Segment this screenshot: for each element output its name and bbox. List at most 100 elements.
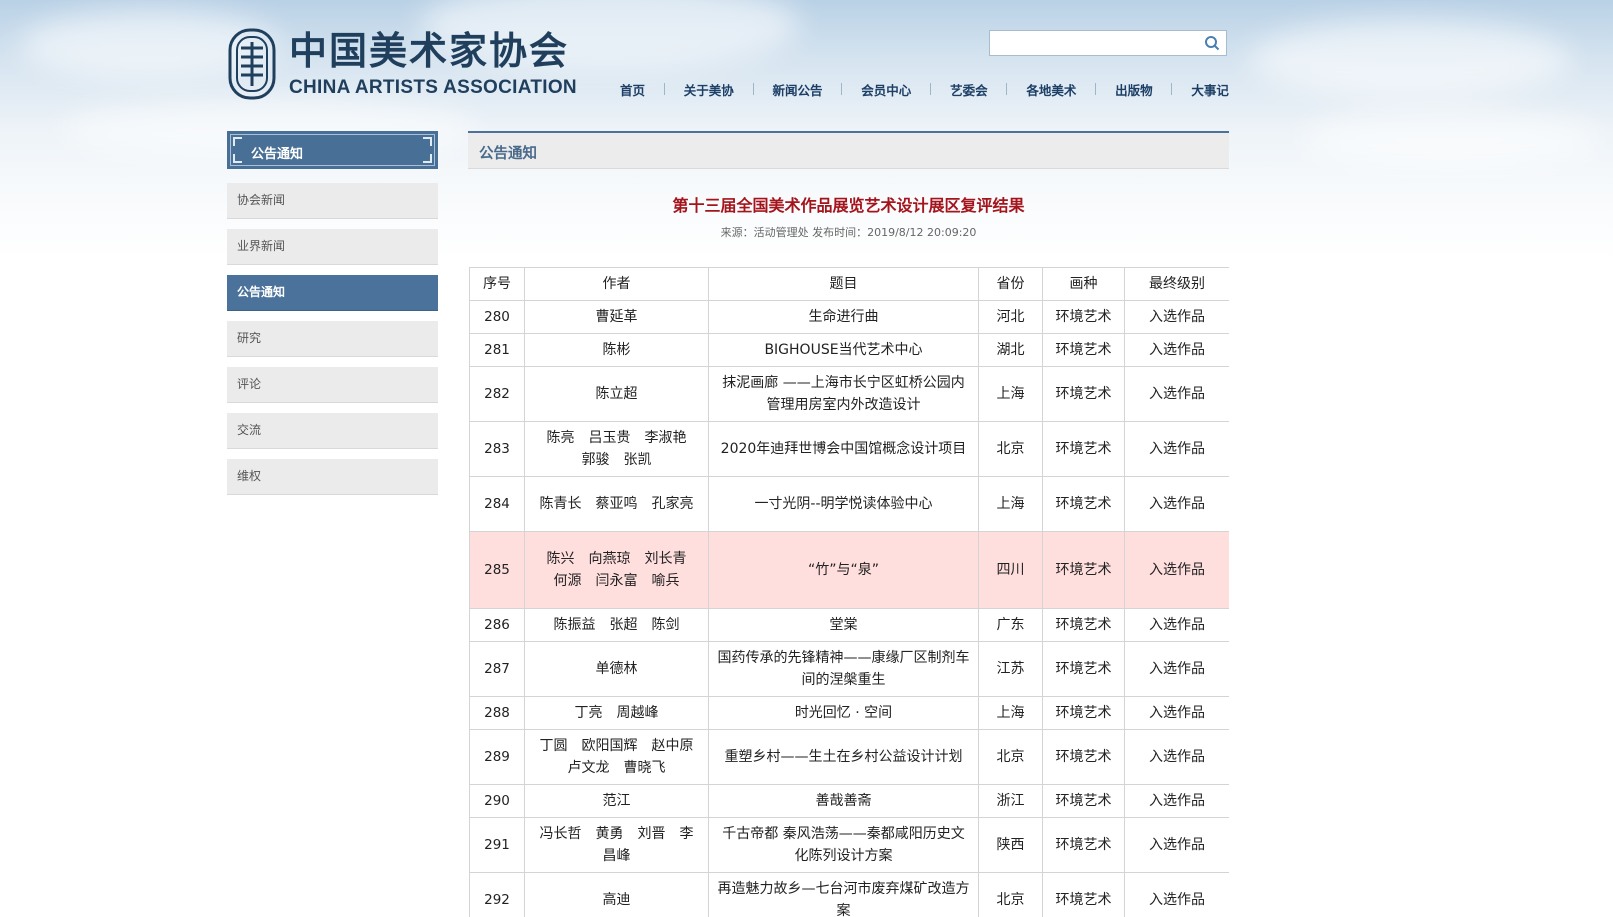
sidebar-item-association-news[interactable]: 协会新闻 xyxy=(227,183,438,219)
cell-province: 江苏 xyxy=(978,641,1043,697)
sidebar-title-text: 公告通知 xyxy=(251,147,304,162)
cell-author: 丁圆 欧阳国辉 赵中原 卢文龙 曹晓飞 xyxy=(524,729,709,785)
search-input[interactable] xyxy=(996,32,1200,56)
cell-title: 国药传承的先锋精神——康缘厂区制剂车间的涅槃重生 xyxy=(708,641,979,697)
cell-level: 入选作品 xyxy=(1124,641,1229,697)
cell-author: 高迪 xyxy=(524,872,709,917)
main-nav: 首页 关于美协 新闻公告 会员中心 艺委会 各地美术 出版物 大事记 xyxy=(620,79,1229,99)
cell-author: 陈兴 向燕琼 刘长青 何源 闫永富 喻兵 xyxy=(524,531,709,609)
nav-art-committee[interactable]: 艺委会 xyxy=(950,80,988,99)
cell-number: 289 xyxy=(469,729,525,785)
cell-genre: 环境艺术 xyxy=(1042,300,1125,334)
cell-level: 入选作品 xyxy=(1124,608,1229,642)
cell-author: 曹延革 xyxy=(524,300,709,334)
nav-regional-art[interactable]: 各地美术 xyxy=(1026,80,1076,99)
search-box xyxy=(989,30,1227,56)
cell-province: 上海 xyxy=(978,476,1043,532)
results-table-container[interactable]: 序号 作者 题目 省份 画种 最终级别 280 曹延革 生命进行曲 河北 环境艺术 入选作… xyxy=(469,267,1229,917)
nav-divider xyxy=(930,83,932,95)
cell-title: 再造魅力故乡—七台河市废弃煤矿改造方案 xyxy=(708,872,979,917)
sidebar-item-exchange[interactable]: 交流 xyxy=(227,413,438,449)
section-title: 公告通知 xyxy=(479,146,537,162)
table-row: 285 陈兴 向燕琼 刘长青 何源 闫永富 喻兵 “竹”与“泉” 四川 环境艺术 入选作品 xyxy=(469,531,1229,609)
logo-english-text: CHINA ARTISTS ASSOCIATION xyxy=(289,77,577,98)
table-row: 281 陈彬 BIGHOUSE当代艺术中心 湖北 环境艺术 入选作品 xyxy=(469,333,1229,367)
nav-publications[interactable]: 出版物 xyxy=(1115,80,1153,99)
nav-home[interactable]: 首页 xyxy=(620,80,645,99)
cell-genre: 环境艺术 xyxy=(1042,421,1125,477)
frame-corner xyxy=(423,154,432,163)
cell-province: 河北 xyxy=(978,300,1043,334)
table-row: 290 范江 善哉善斋 浙江 环境艺术 入选作品 xyxy=(469,784,1229,818)
site-logo[interactable]: 中国美术家协会 CHINA ARTISTS ASSOCIATION xyxy=(227,27,587,103)
cell-number: 283 xyxy=(469,421,525,477)
table-row: 288 丁亮 周越峰 时光回忆 · 空间 上海 环境艺术 入选作品 xyxy=(469,696,1229,730)
results-table: 序号 作者 题目 省份 画种 最终级别 280 曹延革 生命进行曲 河北 环境艺术 入选作… xyxy=(469,267,1229,917)
cell-genre: 环境艺术 xyxy=(1042,784,1125,818)
cell-genre: 环境艺术 xyxy=(1042,333,1125,367)
cell-genre: 环境艺术 xyxy=(1042,531,1125,609)
cell-level: 入选作品 xyxy=(1124,531,1229,609)
sidebar-item-reviews[interactable]: 评论 xyxy=(227,367,438,403)
cell-province: 广东 xyxy=(978,608,1043,642)
cell-genre: 环境艺术 xyxy=(1042,366,1125,422)
frame-corner xyxy=(233,137,242,146)
cell-author: 丁亮 周越峰 xyxy=(524,696,709,730)
cell-number: 285 xyxy=(469,531,525,609)
cell-level: 入选作品 xyxy=(1124,366,1229,422)
article-publish-time: 发布时间：2019/8/12 20:09:20 xyxy=(812,226,977,239)
section-header: 公告通知 xyxy=(468,131,1229,169)
nav-chronicle[interactable]: 大事记 xyxy=(1191,80,1229,99)
nav-news[interactable]: 新闻公告 xyxy=(773,80,823,99)
nav-divider xyxy=(1171,83,1173,95)
article-meta: 来源：活动管理处 发布时间：2019/8/12 20:09:20 xyxy=(468,224,1229,240)
column-header: 画种 xyxy=(1042,267,1125,301)
cell-title: 一寸光阴--明学悦读体验中心 xyxy=(708,476,979,532)
sidebar-item-research[interactable]: 研究 xyxy=(227,321,438,357)
nav-divider xyxy=(841,83,843,95)
cell-number: 287 xyxy=(469,641,525,697)
cell-title: 善哉善斋 xyxy=(708,784,979,818)
cell-genre: 环境艺术 xyxy=(1042,476,1125,532)
column-header: 序号 xyxy=(469,267,525,301)
cell-genre: 环境艺术 xyxy=(1042,608,1125,642)
cell-number: 292 xyxy=(469,872,525,917)
cell-title: “竹”与“泉” xyxy=(708,531,979,609)
cell-author: 冯长哲 黄勇 刘晋 李昌峰 xyxy=(524,817,709,873)
search-icon[interactable] xyxy=(1204,35,1220,51)
cell-title: 生命进行曲 xyxy=(708,300,979,334)
cell-province: 上海 xyxy=(978,366,1043,422)
cell-level: 入选作品 xyxy=(1124,300,1229,334)
sidebar-item-industry-news[interactable]: 业界新闻 xyxy=(227,229,438,265)
table-row: 291 冯长哲 黄勇 刘晋 李昌峰 千古帝都 秦风浩荡——秦都咸阳历史文化陈列设计方… xyxy=(469,817,1229,873)
cell-author: 陈青长 蔡亚鸣 孔家亮 xyxy=(524,476,709,532)
cell-number: 280 xyxy=(469,300,525,334)
sidebar-item-rights[interactable]: 维权 xyxy=(227,459,438,495)
cell-genre: 环境艺术 xyxy=(1042,817,1125,873)
nav-about[interactable]: 关于美协 xyxy=(684,80,734,99)
frame-corner xyxy=(423,137,432,146)
cell-title: 抹泥画廊 ——上海市长宁区虹桥公园内管理用房室内外改造设计 xyxy=(708,366,979,422)
cell-province: 北京 xyxy=(978,421,1043,477)
cell-number: 284 xyxy=(469,476,525,532)
association-emblem-icon xyxy=(228,28,276,100)
frame-corner xyxy=(233,154,242,163)
sidebar-item-announcements[interactable]: 公告通知 xyxy=(227,275,438,311)
table-row: 292 高迪 再造魅力故乡—七台河市废弃煤矿改造方案 北京 环境艺术 入选作品 xyxy=(469,872,1229,917)
cell-province: 陕西 xyxy=(978,817,1043,873)
cell-title: 时光回忆 · 空间 xyxy=(708,696,979,730)
background-cloud xyxy=(1300,110,1600,170)
sidebar-title: 公告通知 xyxy=(227,131,438,169)
column-header: 省份 xyxy=(978,267,1043,301)
article-title: 第十三届全国美术作品展览艺术设计展区复评结果 xyxy=(672,196,1025,215)
nav-divider xyxy=(1006,83,1008,95)
table-row: 284 陈青长 蔡亚鸣 孔家亮 一寸光阴--明学悦读体验中心 上海 环境艺术 入选作品 xyxy=(469,476,1229,532)
table-row: 289 丁圆 欧阳国辉 赵中原 卢文龙 曹晓飞 重塑乡村——生土在乡村公益设计计划北… xyxy=(469,729,1229,785)
table-row: 280 曹延革 生命进行曲 河北 环境艺术 入选作品 xyxy=(469,300,1229,334)
cell-author: 陈振益 张超 陈剑 xyxy=(524,608,709,642)
nav-members[interactable]: 会员中心 xyxy=(861,80,911,99)
table-row: 287 单德林 国药传承的先锋精神——康缘厂区制剂车间的涅槃重生 江苏 环境艺术 入选作品 xyxy=(469,641,1229,697)
cell-title: 千古帝都 秦风浩荡——秦都咸阳历史文化陈列设计方案 xyxy=(708,817,979,873)
nav-divider xyxy=(663,83,665,95)
cell-author: 范江 xyxy=(524,784,709,818)
